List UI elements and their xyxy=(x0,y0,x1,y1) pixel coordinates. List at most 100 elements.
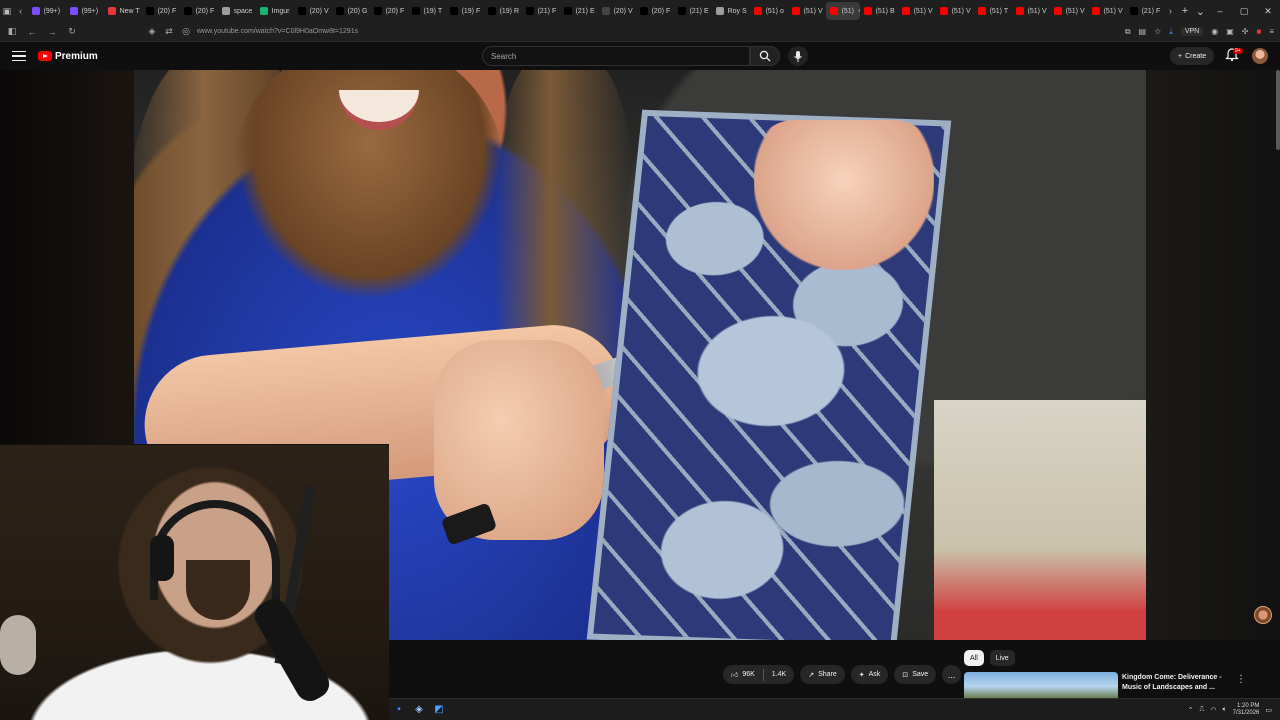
like-button[interactable]: 👍︎ 96K xyxy=(723,670,763,679)
shield-icon[interactable]: ◈ xyxy=(146,26,158,37)
browser-tab[interactable]: (20) F xyxy=(370,2,408,20)
browser-tab[interactable]: (51) V xyxy=(1050,2,1088,20)
sidebar-toggle-icon[interactable]: ◧ xyxy=(6,26,18,37)
search-button[interactable] xyxy=(750,46,780,66)
share-button[interactable]: ↗ Share xyxy=(800,665,845,684)
reload-icon[interactable]: ↻ xyxy=(66,26,78,37)
tab-list-dropdown-icon[interactable]: ⌄ xyxy=(1193,5,1208,18)
network-icon[interactable]: ⎍ xyxy=(1199,706,1204,714)
account-avatar[interactable] xyxy=(1252,48,1268,64)
chip-all[interactable]: All xyxy=(964,650,984,666)
notification-count-badge: 9+ xyxy=(1233,48,1243,54)
browser-tab[interactable]: (20) V xyxy=(294,2,332,20)
browser-tab[interactable]: (51) B xyxy=(860,2,898,20)
browser-tab[interactable]: (51) T xyxy=(974,2,1012,20)
close-window-icon[interactable]: ✕ xyxy=(1256,6,1280,17)
reader-icon[interactable]: ▤ xyxy=(1139,27,1147,36)
save-button[interactable]: ⊡ Save xyxy=(894,665,937,684)
browser-tab[interactable]: (21) E xyxy=(560,2,598,20)
taskbar-app-icon[interactable]: ◩ xyxy=(429,700,449,720)
download-icon[interactable]: ⤓ xyxy=(1169,27,1173,37)
wifi-icon[interactable]: ◠ xyxy=(1210,706,1216,714)
browser-tab[interactable]: (51) V xyxy=(788,2,826,20)
tab-label: (51) V xyxy=(1065,7,1085,15)
browser-tab[interactable]: (51) V xyxy=(936,2,974,20)
browser-tab[interactable]: (99+) xyxy=(66,2,104,20)
tab-scroll-left-icon[interactable]: ‹ xyxy=(14,0,28,22)
site-settings-icon[interactable]: ⇄ xyxy=(163,26,175,37)
extension-red-icon[interactable]: ■ xyxy=(1256,27,1261,36)
menu-icon[interactable]: ≡ xyxy=(1269,27,1274,36)
guide-menu-icon[interactable] xyxy=(12,50,26,62)
url-field[interactable]: ◈ ⇄ ◎ www.youtube.com/watch?v=C0l9H0aOmw… xyxy=(146,24,1106,40)
minimize-icon[interactable]: – xyxy=(1208,6,1232,17)
browser-tab[interactable]: (19) F xyxy=(446,2,484,20)
ask-button[interactable]: ✦ Ask xyxy=(850,665,889,684)
new-tab-button[interactable]: + xyxy=(1177,5,1192,17)
vpn-button[interactable]: VPN xyxy=(1180,27,1204,36)
browser-tab[interactable]: (51) V xyxy=(898,2,936,20)
taskbar-app-blue-icon[interactable]: ▪ xyxy=(389,700,409,720)
tray-overflow-icon[interactable]: ⌃ xyxy=(1188,706,1194,714)
forward-icon[interactable]: → xyxy=(46,27,58,37)
browser-tab[interactable]: (20) F xyxy=(180,2,218,20)
browser-tab[interactable]: (51) V xyxy=(1012,2,1050,20)
tab-favicon-icon xyxy=(563,7,572,15)
share-icon: ↗ xyxy=(808,671,815,679)
browser-tab[interactable]: (21) F xyxy=(522,2,560,20)
browser-tab[interactable]: (21) E xyxy=(674,2,712,20)
tab-label: (21) F xyxy=(1141,7,1161,15)
tab-label: (20) G xyxy=(347,7,368,15)
os-taskbar: ▪ ◈ ◩ ⌃ ⎍ ◠ 🔈︎ 1:20 PM 7/31/2026 ▭ xyxy=(389,698,1280,720)
bookmark-star-icon[interactable]: ☆ xyxy=(1154,27,1161,36)
video-fingers xyxy=(754,120,934,270)
browser-tab[interactable]: (51) V xyxy=(1088,2,1126,20)
browser-tab[interactable]: (19) T xyxy=(408,2,446,20)
browser-tab[interactable]: (19) R xyxy=(484,2,522,20)
browser-tab[interactable]: New T xyxy=(104,2,142,20)
browser-tab[interactable]: Imgur xyxy=(256,2,294,20)
chip-live[interactable]: Live xyxy=(989,650,1015,666)
search-input[interactable]: Search xyxy=(482,46,750,66)
comments-button[interactable]: 1.4K xyxy=(764,671,794,678)
tab-label: (99+) xyxy=(43,7,61,15)
tracking-icon[interactable]: ◎ xyxy=(180,26,192,37)
voice-search-button[interactable] xyxy=(788,46,808,66)
account-icon[interactable]: ◉ xyxy=(1211,27,1218,36)
screenshot-icon[interactable]: ⧉ xyxy=(1125,27,1131,37)
recommendation-menu-icon[interactable]: ⋮ xyxy=(1236,674,1246,685)
recommendation-thumbnail[interactable] xyxy=(964,672,1118,698)
tab-actions-icon[interactable]: ▣ xyxy=(0,0,14,22)
tab-scroll-right-icon[interactable]: › xyxy=(1164,0,1178,22)
video-actions: 👍︎ 96K 1.4K ↗ Share ✦ Ask ⊡ Save ... xyxy=(723,665,962,684)
browser-tab[interactable]: Roy S xyxy=(712,2,750,20)
extensions-icon[interactable]: ✣ xyxy=(1242,27,1249,36)
tab-favicon-icon xyxy=(259,7,268,15)
browser-tab[interactable]: (20) V xyxy=(598,2,636,20)
floating-channel-avatar[interactable] xyxy=(1254,606,1272,624)
address-bar-tools: ⧉ ▤ ☆ ⤓ VPN ◉ ▣ ✣ ■ ≡ xyxy=(1125,27,1274,37)
recommendation-title[interactable]: Kingdom Come: Deliverance - Music of Lan… xyxy=(1122,673,1222,693)
page-scrollbar[interactable] xyxy=(1276,70,1280,150)
browser-tab[interactable]: (20) F xyxy=(636,2,674,20)
back-icon[interactable]: ← xyxy=(26,27,38,37)
wallet-icon[interactable]: ▣ xyxy=(1226,27,1234,36)
browser-tab[interactable]: (51)× xyxy=(825,2,860,20)
notification-center-icon[interactable]: ▭ xyxy=(1265,706,1272,714)
volume-icon[interactable]: 🔈︎ xyxy=(1222,706,1226,714)
tab-favicon-icon xyxy=(1091,7,1100,15)
browser-tab[interactable]: (20) G xyxy=(332,2,370,20)
browser-tab[interactable]: (21) F xyxy=(1126,2,1164,20)
create-button[interactable]: + Create xyxy=(1170,47,1215,65)
youtube-logo[interactable]: Premium xyxy=(38,51,98,62)
more-actions-button[interactable]: ... xyxy=(942,665,962,684)
maximize-icon[interactable]: ▢ xyxy=(1232,6,1256,17)
browser-tab[interactable]: (99+) xyxy=(28,2,66,20)
browser-tab[interactable]: space xyxy=(218,2,256,20)
tab-label: New T xyxy=(119,7,140,15)
browser-tab[interactable]: (20) F xyxy=(142,2,180,20)
steam-icon[interactable]: ◈ xyxy=(409,700,429,720)
browser-tab[interactable]: (51) o xyxy=(750,2,788,20)
bookmark-icon: ⊡ xyxy=(902,671,909,679)
clock[interactable]: 1:20 PM 7/31/2026 xyxy=(1233,703,1260,717)
